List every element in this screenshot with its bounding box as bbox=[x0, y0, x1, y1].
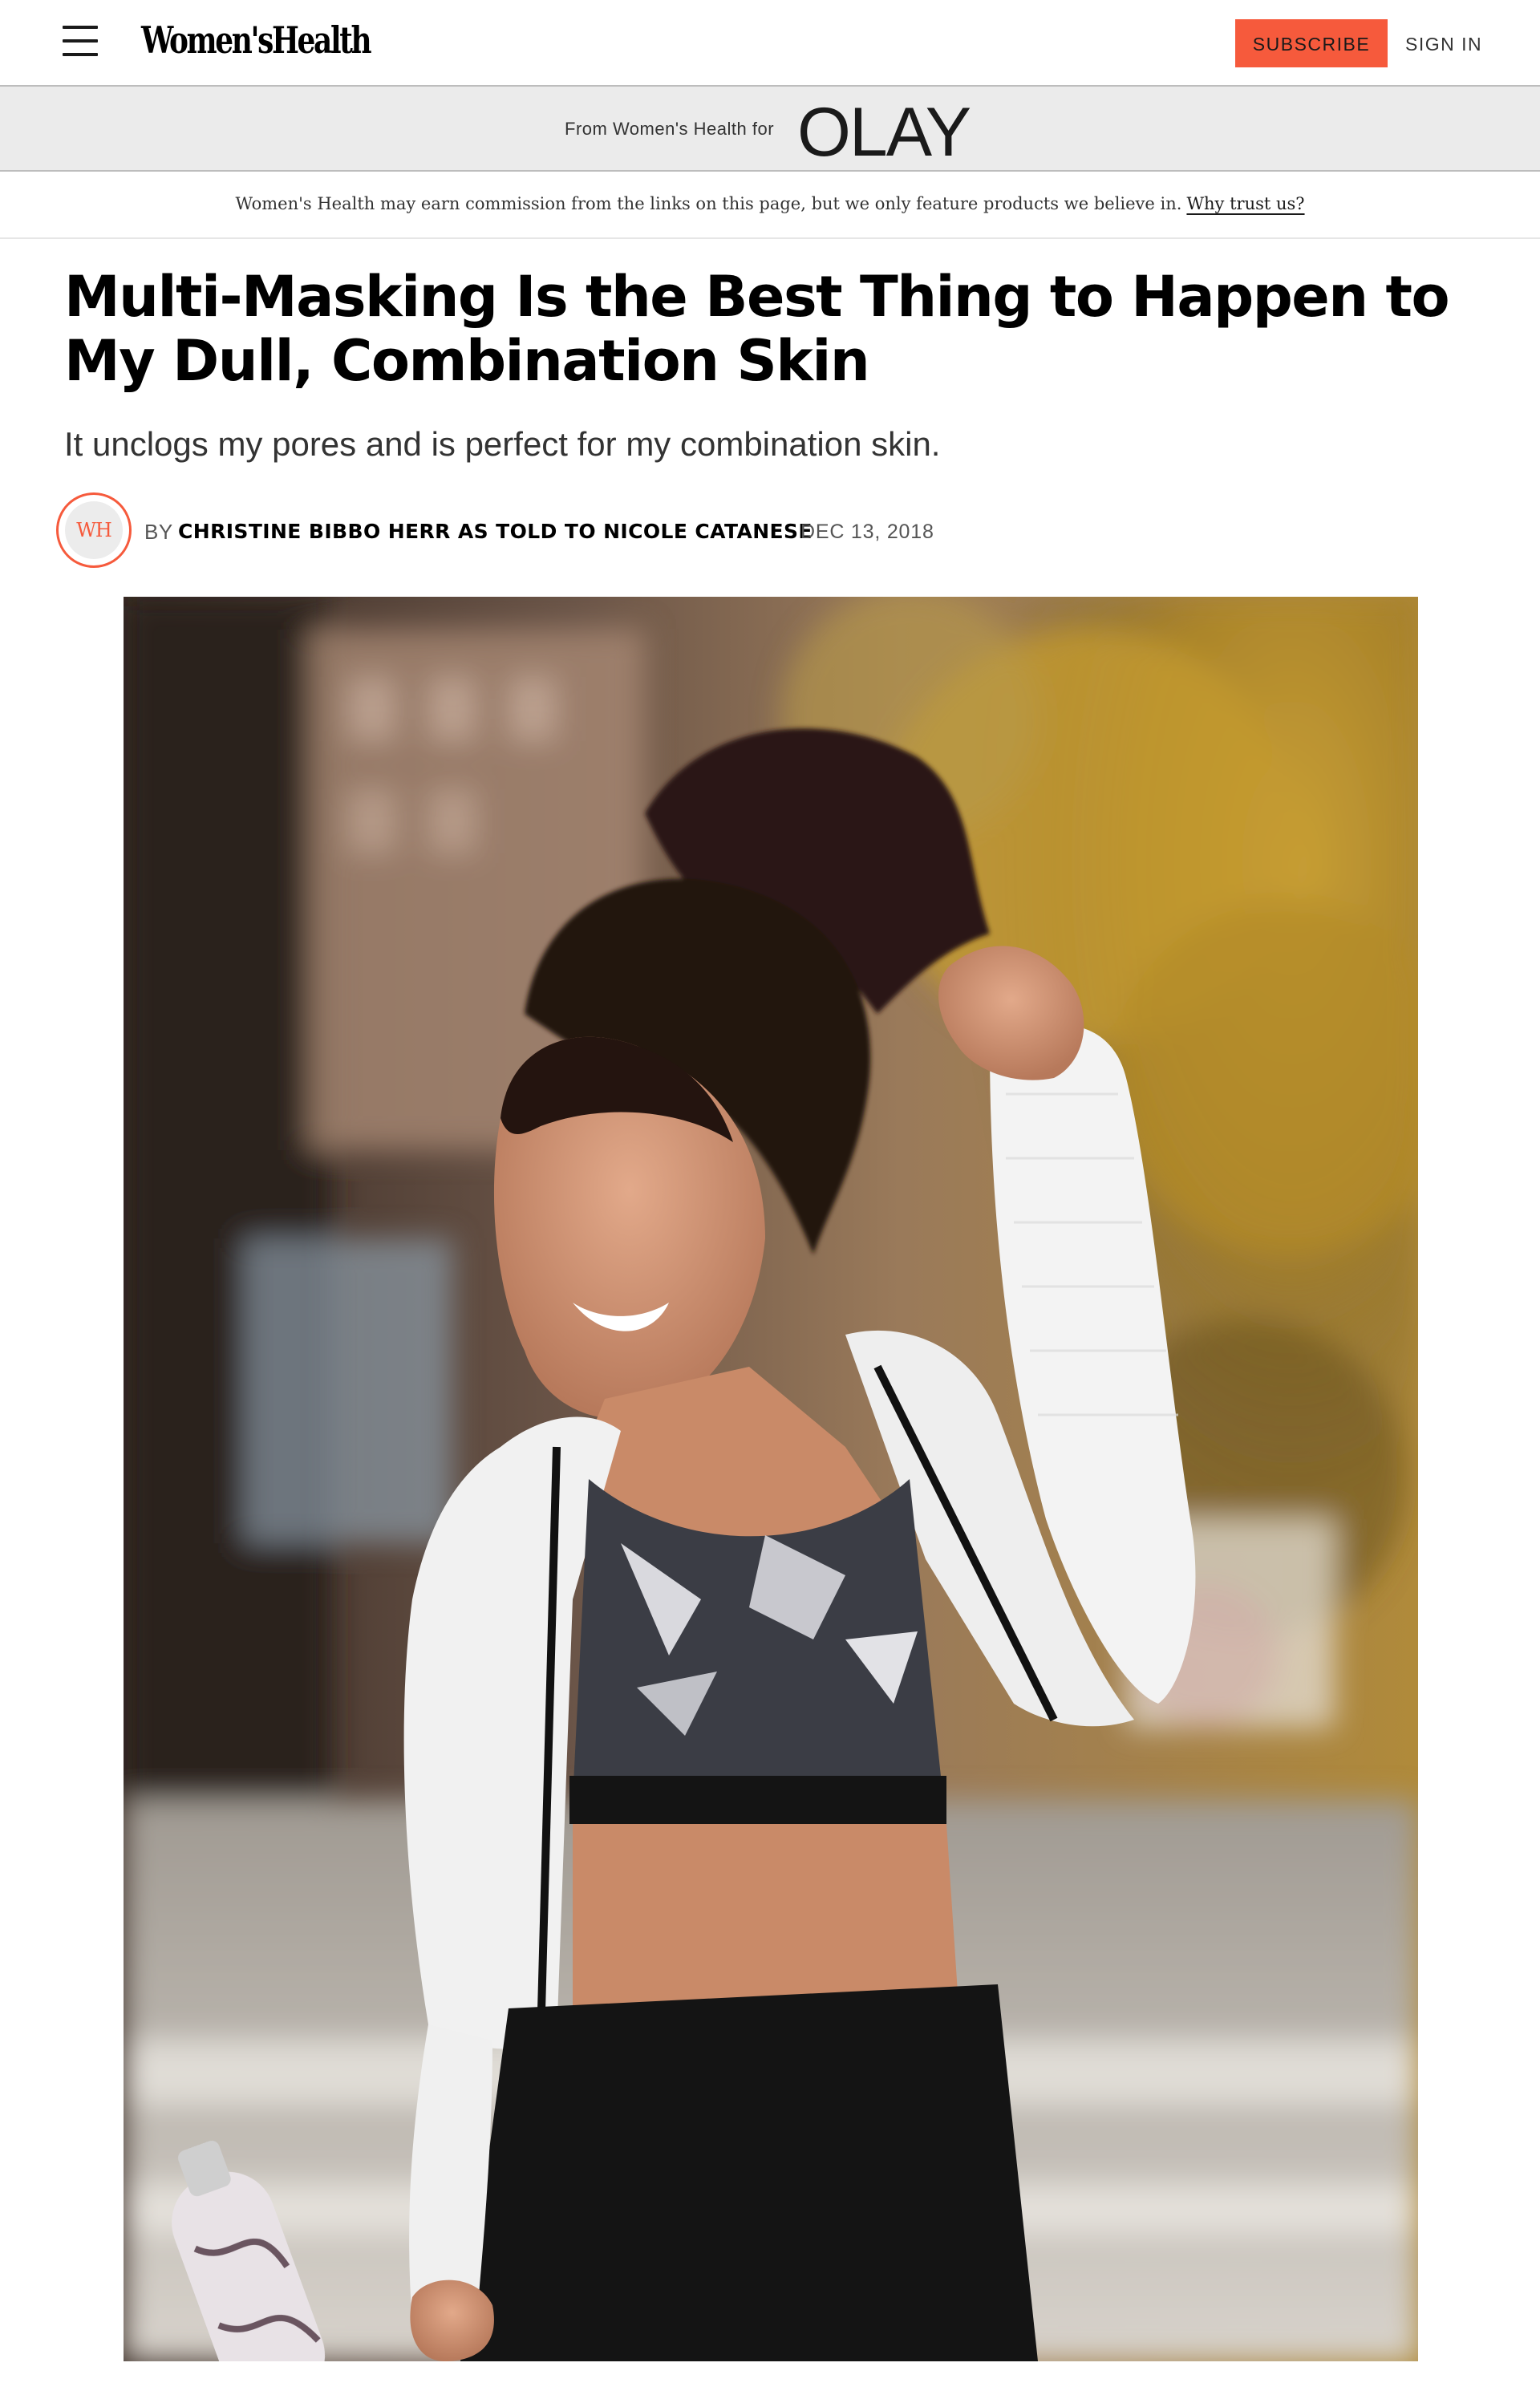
sponsor-logo[interactable]: OLAY bbox=[797, 96, 971, 168]
hero-image bbox=[124, 597, 1418, 2361]
byline: WH BY CHRISTINE BIBBO HERR AS TOLD TO NI… bbox=[56, 492, 1179, 573]
author-avatar[interactable]: WH bbox=[56, 492, 132, 568]
site-header: Women'sHealth SUBSCRIBE SIGN IN bbox=[0, 0, 1540, 87]
avatar-initials: WH bbox=[65, 501, 123, 559]
why-trust-us-link[interactable]: Why trust us? bbox=[1186, 194, 1304, 213]
disclaimer-body: Women's Health may earn commission from … bbox=[235, 194, 1182, 213]
subscribe-button[interactable]: SUBSCRIBE bbox=[1235, 19, 1388, 67]
hero-photo bbox=[124, 597, 1418, 2361]
disclaimer-text: Women's Health may earn commission from … bbox=[235, 191, 1304, 217]
menu-icon[interactable] bbox=[63, 24, 99, 58]
article-dek: It unclogs my pores and is perfect for m… bbox=[64, 425, 941, 463]
byline-prefix: BY bbox=[144, 520, 173, 544]
affiliate-disclaimer: Women's Health may earn commission from … bbox=[0, 172, 1540, 239]
publish-date: DEC 13, 2018 bbox=[800, 521, 934, 543]
article-headline: Multi-Masking Is the Best Thing to Happe… bbox=[64, 264, 1450, 394]
author-name[interactable]: CHRISTINE BIBBO HERR AS TOLD TO NICOLE C… bbox=[178, 520, 813, 544]
sign-in-link[interactable]: SIGN IN bbox=[1405, 30, 1482, 58]
site-logo[interactable]: Women'sHealth bbox=[141, 18, 372, 63]
sponsor-bar: From Women's Health for OLAY bbox=[0, 87, 1540, 172]
sponsor-text: From Women's Health for bbox=[565, 119, 775, 139]
